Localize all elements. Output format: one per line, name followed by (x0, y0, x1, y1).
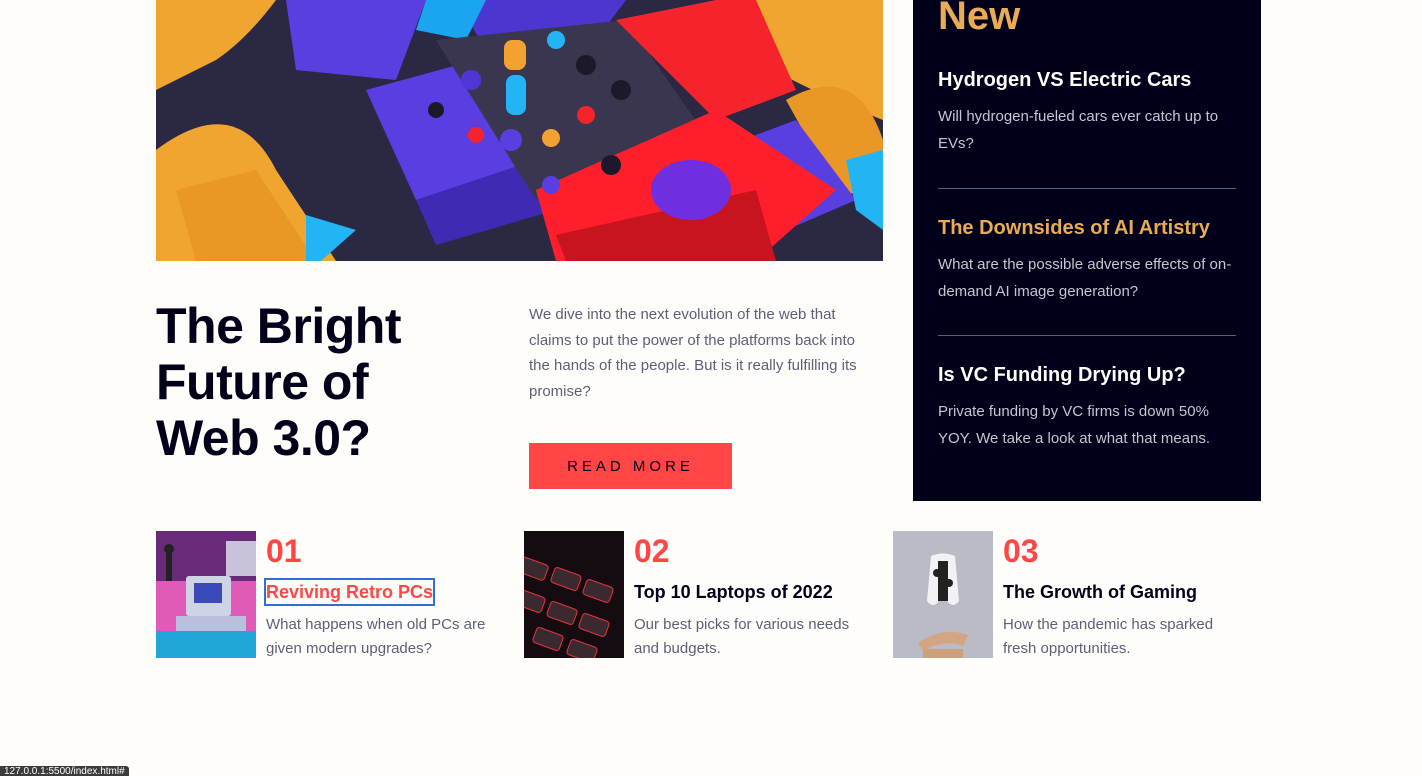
hero-image (156, 0, 883, 261)
article-card: 03 The Growth of Gaming How the pandemic… (893, 531, 1243, 661)
card-number: 01 (266, 533, 302, 569)
card-title-link[interactable]: Reviving Retro PCs (263, 578, 436, 606)
news-item-text: Private funding by VC firms is down 50% … (938, 403, 1211, 447)
card-text: How the pandemic has sparked fresh oppor… (1003, 616, 1214, 657)
hero-description: We dive into the next evolution of the w… (529, 306, 857, 400)
game-controller-thumbnail[interactable] (893, 531, 993, 658)
card-text: What happens when old PCs are given mode… (266, 616, 486, 657)
news-item-text: Will hydrogen-fueled cars ever catch up … (938, 108, 1219, 152)
card-number: 03 (1003, 533, 1039, 569)
news-item: Hydrogen VS Electric Cars Will hydrogen-… (938, 67, 1236, 157)
card-title-link[interactable]: The Growth of Gaming (1003, 580, 1197, 604)
status-bar-url: 127.0.0.1:5500/index.html# (0, 766, 129, 776)
read-more-button[interactable]: READ MORE (529, 443, 732, 489)
new-articles-panel: New Hydrogen VS Electric Cars Will hydro… (913, 0, 1261, 501)
article-card: 01 Reviving Retro PCs What happens when … (156, 531, 506, 661)
news-item: The Downsides of AI Artistry What are th… (938, 215, 1236, 305)
news-item-title[interactable]: Hydrogen VS Electric Cars (938, 67, 1236, 93)
new-heading: New (938, 0, 1021, 38)
news-divider (938, 188, 1236, 189)
card-number: 02 (634, 533, 670, 569)
article-card: 02 Top 10 Laptops of 2022 Our best picks… (524, 531, 874, 661)
retro-pc-thumbnail[interactable] (156, 531, 256, 658)
laptop-keyboard-thumbnail[interactable] (524, 531, 624, 658)
card-text: Our best picks for various needs and bud… (634, 616, 850, 657)
news-item: Is VC Funding Drying Up? Private funding… (938, 362, 1236, 452)
news-item-text: What are the possible adverse effects of… (938, 256, 1232, 300)
news-item-title[interactable]: The Downsides of AI Artistry (938, 215, 1236, 241)
news-divider (938, 335, 1236, 336)
hero-title: The Bright Future of Web 3.0? (156, 298, 401, 466)
news-item-title[interactable]: Is VC Funding Drying Up? (938, 362, 1236, 388)
card-title-link[interactable]: Top 10 Laptops of 2022 (634, 580, 833, 604)
